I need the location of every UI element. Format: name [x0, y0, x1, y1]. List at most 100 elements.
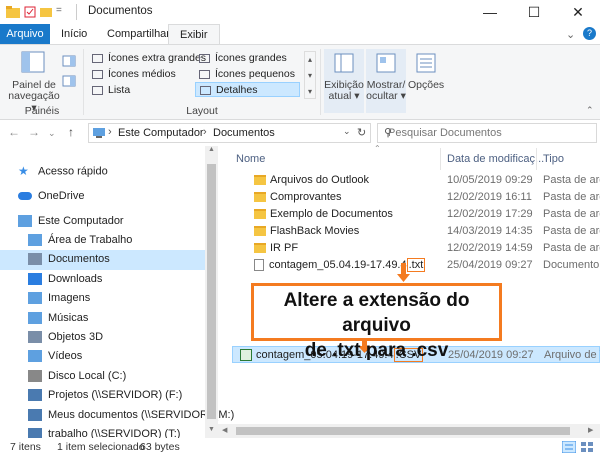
- sort-arrow-icon: ⌃: [374, 144, 381, 153]
- tab-arquivo[interactable]: Arquivo: [0, 24, 50, 44]
- new-folder-icon[interactable]: [40, 6, 52, 18]
- close-button[interactable]: ✕: [556, 0, 600, 24]
- nav-item[interactable]: Projetos (\\SERVIDOR) (F:): [0, 386, 205, 406]
- layout-medium-icons[interactable]: Ícones médios: [88, 67, 176, 82]
- window-title: Documentos: [88, 5, 153, 17]
- folder-name: Comprovantes: [270, 191, 342, 203]
- nav-item[interactable]: Downloads: [0, 270, 205, 290]
- address-dropdown-icon[interactable]: ⌄: [343, 126, 351, 137]
- options-icon: [416, 53, 436, 73]
- show-hide-button[interactable]: Mostrar/ ocultar ▾: [366, 49, 406, 113]
- column-header-date[interactable]: Data de modificaç...: [447, 148, 544, 170]
- nav-item[interactable]: Meus documentos (\\SERVIDOR) (M:): [0, 406, 234, 426]
- cube-icon: [28, 331, 42, 344]
- scrollbar-thumb[interactable]: [207, 164, 216, 419]
- nav-item-label: OneDrive: [38, 190, 85, 202]
- scrollbar-thumb[interactable]: [236, 427, 570, 435]
- address-bar[interactable]: › Este Computador › Documentos ⌄ ↻: [88, 123, 371, 143]
- layout-large-icons[interactable]: Ícones grandes: [195, 51, 287, 66]
- large-icons-view-icon[interactable]: [580, 441, 594, 453]
- nav-item[interactable]: Este Computador: [0, 212, 205, 232]
- status-bar: 7 itens 1 item selecionado 63 bytes: [0, 438, 600, 456]
- breadcrumb-documentos[interactable]: Documentos: [213, 127, 275, 139]
- file-row-folder[interactable]: Exemplo de Documentos 12/02/2019 17:29 Pas…: [232, 206, 600, 223]
- tab-exibir[interactable]: Exibir: [168, 24, 220, 44]
- minimize-button[interactable]: —: [468, 0, 512, 24]
- column-divider[interactable]: [440, 148, 441, 170]
- grid-icon: [92, 70, 103, 79]
- breadcrumb-chevron-icon[interactable]: ›: [203, 126, 207, 138]
- drive-icon: [28, 370, 42, 383]
- column-header-name[interactable]: Nome: [236, 148, 265, 170]
- nav-item[interactable]: ★ Acesso rápido: [0, 162, 205, 182]
- nav-scrollbar[interactable]: ▲ ▼: [205, 146, 218, 438]
- chevron-down-icon[interactable]: ⌄: [566, 28, 575, 41]
- current-view-button[interactable]: Exibição atual ▾: [324, 49, 364, 113]
- group-label-panes: Painéis: [24, 105, 60, 117]
- nav-item-label: Downloads: [48, 273, 103, 285]
- folder-icon: [254, 243, 266, 254]
- layout-list[interactable]: Lista: [88, 83, 130, 98]
- download-icon: [28, 273, 42, 286]
- scroll-down-icon[interactable]: ▼: [208, 426, 215, 433]
- nav-item[interactable]: Documentos: [0, 250, 205, 270]
- up-button[interactable]: ↑: [68, 125, 74, 139]
- nav-item[interactable]: Área de Trabalho: [0, 231, 205, 251]
- tab-inicio[interactable]: Início: [50, 24, 98, 44]
- file-row-folder[interactable]: Comprovantes 12/02/2019 16:11 Pasta de arq…: [232, 189, 600, 206]
- nav-item-label: Projetos (\\SERVIDOR) (F:): [48, 389, 183, 401]
- column-divider[interactable]: [536, 148, 537, 170]
- title-divider: [76, 4, 77, 20]
- help-icon[interactable]: ?: [583, 27, 596, 40]
- maximize-button[interactable]: ☐: [512, 0, 556, 24]
- layout-scroll-button[interactable]: ▴ ▾ ▾: [304, 51, 316, 99]
- nav-item[interactable]: Vídeos: [0, 347, 205, 367]
- title-bar: = Documentos — ☐ ✕: [0, 0, 600, 24]
- scroll-up-icon[interactable]: ▲: [208, 146, 215, 153]
- ribbon-divider: [83, 49, 84, 115]
- file-row-folder[interactable]: FlashBack Movies 14/03/2019 14:35 Pasta de…: [232, 223, 600, 240]
- details-view-icon[interactable]: [562, 441, 576, 453]
- horizontal-scrollbar[interactable]: ◀ ▶: [218, 424, 600, 438]
- back-button[interactable]: ←: [8, 125, 20, 139]
- current-view-label-2: atual ▾: [328, 90, 360, 102]
- file-row-folder[interactable]: Arquivos do Outlook 10/05/2019 09:29 Pasta…: [232, 172, 600, 189]
- file-row-txt[interactable]: contagem_05.04.19-17.49.4 .txt 25/04/2019…: [232, 257, 600, 274]
- callout-line-1: Altere a extensão do arquivo: [283, 290, 470, 336]
- list-icon: [92, 86, 103, 95]
- nav-item[interactable]: Disco Local (C:): [0, 367, 205, 387]
- layout-item-label: Ícones grandes: [215, 52, 287, 64]
- search-input[interactable]: Pesquisar Documentos: [388, 127, 502, 139]
- file-date: 14/03/2019 14:35: [447, 225, 533, 237]
- details-pane-icon[interactable]: [62, 75, 76, 87]
- file-name-base: contagem_05.04.19-17.49.4: [269, 259, 407, 271]
- breadcrumb-chevron-icon[interactable]: ›: [108, 126, 112, 138]
- preview-pane-icon[interactable]: [62, 55, 76, 67]
- nav-item-label: Este Computador: [38, 215, 124, 227]
- layout-small-icons[interactable]: Ícones pequenos: [195, 67, 295, 82]
- navigation-pane-button[interactable]: Painel de navegação ▾: [8, 49, 60, 114]
- scroll-left-icon[interactable]: ◀: [222, 426, 227, 434]
- recent-locations-icon[interactable]: ⌄: [48, 128, 56, 139]
- nav-item[interactable]: Objetos 3D: [0, 328, 205, 348]
- search-box[interactable]: ⚲ Pesquisar Documentos: [377, 123, 597, 143]
- breadcrumb-este-computador[interactable]: Este Computador: [118, 127, 204, 139]
- nav-item[interactable]: Imagens: [0, 289, 205, 309]
- customize-quick-access-icon[interactable]: =: [56, 5, 62, 16]
- layout-extra-large-icons[interactable]: Ícones extra grandes: [88, 51, 206, 66]
- refresh-icon[interactable]: ↻: [357, 126, 366, 139]
- column-header-type[interactable]: Tipo: [543, 148, 564, 170]
- nav-item[interactable]: Músicas: [0, 309, 205, 329]
- file-row-folder[interactable]: IR PF 12/02/2019 14:59 Pasta de arqu: [232, 240, 600, 257]
- layout-item-label: Ícones pequenos: [215, 68, 295, 80]
- properties-icon[interactable]: [24, 6, 36, 18]
- file-type: Pasta de arqu: [543, 208, 600, 220]
- layout-item-label: Ícones médios: [108, 68, 176, 80]
- layout-details[interactable]: Detalhes: [195, 82, 300, 97]
- ribbon-tabs: Arquivo Início Compartilhar Exibir ⌄ ?: [0, 24, 600, 44]
- forward-button[interactable]: →: [28, 125, 40, 139]
- scroll-right-icon[interactable]: ▶: [588, 426, 593, 434]
- options-button[interactable]: Opções: [408, 49, 444, 113]
- collapse-ribbon-icon[interactable]: ⌃: [586, 105, 594, 116]
- nav-item[interactable]: OneDrive: [0, 187, 205, 207]
